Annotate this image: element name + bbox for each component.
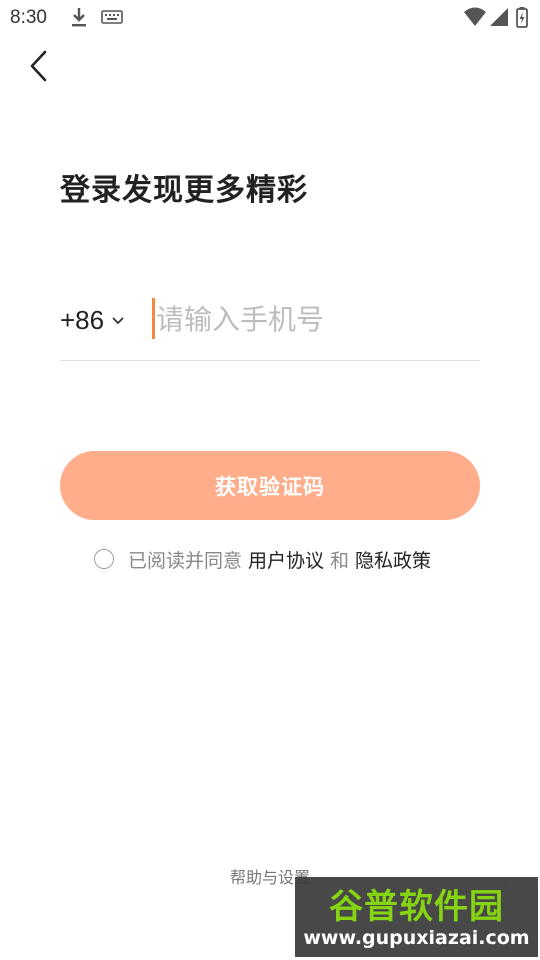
agree-checkbox[interactable] (94, 549, 114, 569)
chevron-down-icon (112, 317, 124, 325)
get-verification-code-button[interactable]: 获取验证码 (60, 451, 480, 520)
phone-input-row: +86 (60, 290, 480, 361)
battery-icon (516, 6, 528, 32)
agreement-and: 和 (330, 549, 350, 572)
cell-signal-icon (489, 6, 509, 32)
watermark-url: www.gupuxiazai.com (303, 927, 530, 949)
chevron-left-icon (30, 50, 47, 82)
watermark-logo: 谷普软件园 www.gupuxiazai.com (295, 877, 538, 957)
country-code-selector[interactable]: +86 (60, 300, 124, 340)
keyboard-icon (101, 9, 123, 28)
watermark-brand: 谷普软件园 (329, 887, 504, 927)
user-agreement-link[interactable]: 用户协议 (248, 546, 324, 573)
country-code-label: +86 (60, 304, 105, 335)
back-button[interactable] (20, 46, 56, 86)
page-title: 登录发现更多精彩 (60, 173, 308, 208)
privacy-policy-link[interactable]: 隐私政策 (355, 546, 431, 573)
phone-number-input[interactable] (156, 296, 476, 342)
agreement-prefix: 已阅读并同意 (128, 549, 243, 572)
agreement-row: 已阅读并同意 用户协议 和 隐私政策 (94, 545, 437, 573)
download-icon (70, 6, 88, 32)
status-bar: 8:30 (0, 0, 540, 36)
text-cursor (152, 298, 155, 339)
status-time: 8:30 (10, 7, 47, 28)
wifi-icon (463, 6, 487, 32)
